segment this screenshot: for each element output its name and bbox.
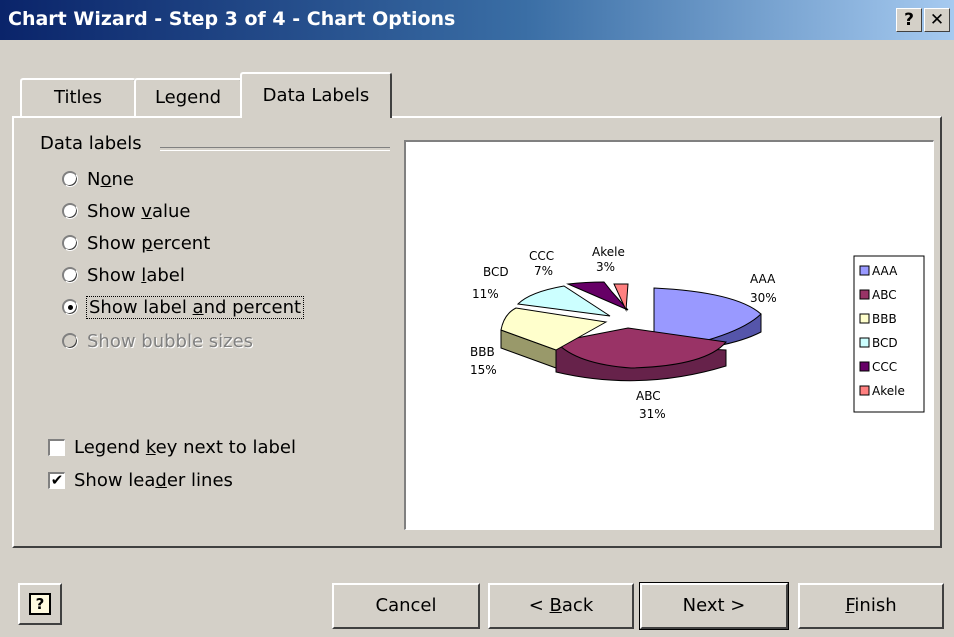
checkbox-legend-key[interactable]: Legend key next to label xyxy=(48,434,296,460)
radio-show-bubble-sizes: Show bubble sizes xyxy=(62,328,253,354)
data-label-name: CCC xyxy=(529,249,554,263)
legend-swatch xyxy=(859,385,870,396)
group-label: Data labels xyxy=(40,133,142,154)
data-label-percent: 7% xyxy=(534,264,553,278)
checkbox-checked[interactable]: ✔ xyxy=(48,471,65,489)
radio-button[interactable] xyxy=(62,235,78,251)
pie-chart: CCC 7% Akele 3% BCD 11% AAA 30% BBB 15% … xyxy=(470,245,925,421)
radio-show-percent[interactable]: Show percent xyxy=(62,230,210,256)
data-label-name: AAA xyxy=(750,272,776,286)
radio-show-label[interactable]: Show label xyxy=(62,262,185,288)
data-label-name: Akele xyxy=(592,245,625,259)
data-label-percent: 11% xyxy=(472,287,499,301)
radio-button[interactable] xyxy=(62,203,78,219)
help-icon: ? xyxy=(29,593,51,615)
tab-data-labels[interactable]: Data Labels xyxy=(240,72,392,118)
help-button[interactable]: ? xyxy=(18,583,62,625)
help-title-button[interactable]: ? xyxy=(896,8,922,32)
legend-label: BCD xyxy=(872,336,898,350)
legend-swatch xyxy=(859,313,870,324)
data-label-name: ABC xyxy=(636,389,661,403)
radio-show-value[interactable]: Show value xyxy=(62,198,190,224)
window-title: Chart Wizard - Step 3 of 4 - Chart Optio… xyxy=(8,8,456,30)
group-divider xyxy=(160,147,390,151)
radio-label: Show label xyxy=(87,264,185,286)
tab-legend[interactable]: Legend xyxy=(134,78,242,118)
radio-label: Show bubble sizes xyxy=(87,330,254,352)
radio-button[interactable] xyxy=(62,267,78,283)
chart-preview: CCC 7% Akele 3% BCD 11% AAA 30% BBB 15% … xyxy=(404,140,934,530)
checkbox-label: Legend key next to label xyxy=(74,436,297,458)
data-label-name: BBB xyxy=(470,345,495,359)
tab-label: Titles xyxy=(54,87,102,108)
checkbox[interactable] xyxy=(48,438,65,456)
radio-button-disabled xyxy=(62,333,78,349)
radio-button-selected[interactable] xyxy=(62,299,78,315)
question-icon: ? xyxy=(904,10,914,30)
radio-label: Show value xyxy=(87,200,191,222)
checkbox-show-leader-lines[interactable]: ✔ Show leader lines xyxy=(48,467,233,493)
radio-label: None xyxy=(87,168,134,190)
tab-join xyxy=(242,114,388,119)
legend-swatch xyxy=(859,361,870,372)
checkbox-label: Show leader lines xyxy=(74,469,233,491)
radio-button[interactable] xyxy=(62,171,78,187)
radio-none[interactable]: None xyxy=(62,166,134,192)
back-button[interactable]: < Back xyxy=(488,583,634,629)
data-label-percent: 3% xyxy=(596,260,615,274)
radio-label: Show label and percent xyxy=(85,295,305,319)
tab-titles[interactable]: Titles xyxy=(20,78,136,118)
next-button[interactable]: Next > xyxy=(639,582,789,630)
legend-label: AAA xyxy=(872,264,898,278)
radio-show-label-and-percent[interactable]: Show label and percent xyxy=(62,294,305,320)
legend-label: ABC xyxy=(872,288,897,302)
legend-label: CCC xyxy=(872,360,897,374)
cancel-button[interactable]: Cancel xyxy=(332,583,480,629)
data-label-name: BCD xyxy=(483,265,509,279)
legend-swatch xyxy=(859,337,870,348)
legend-label: Akele xyxy=(872,384,905,398)
tab-label: Data Labels xyxy=(262,85,370,106)
data-label-percent: 15% xyxy=(470,363,497,377)
legend-label: BBB xyxy=(872,312,897,326)
legend-swatch xyxy=(859,265,870,276)
close-icon: ✕ xyxy=(929,10,945,30)
title-bar: Chart Wizard - Step 3 of 4 - Chart Optio… xyxy=(0,0,954,40)
data-label-percent: 31% xyxy=(639,407,666,421)
tab-label: Legend xyxy=(154,87,222,108)
radio-label: Show percent xyxy=(87,232,211,254)
close-button[interactable]: ✕ xyxy=(924,8,950,32)
data-label-percent: 30% xyxy=(750,291,777,305)
legend-swatch xyxy=(859,289,870,300)
finish-button[interactable]: Finish xyxy=(798,583,944,629)
